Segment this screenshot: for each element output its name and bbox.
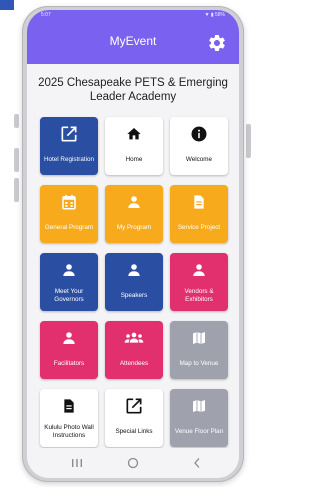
tile-label: Kululu Photo Wall Instructions xyxy=(44,424,94,439)
tile-label: Welcome xyxy=(185,155,213,163)
tile-hotel-registration[interactable]: Hotel Registration xyxy=(40,117,98,175)
tile-home[interactable]: Home xyxy=(105,117,163,175)
side-mark xyxy=(14,148,19,172)
external-link-icon xyxy=(40,124,98,144)
corner-decoration xyxy=(0,0,14,10)
tile-kululu-photo-wall-instructions[interactable]: Kululu Photo Wall Instructions xyxy=(40,389,98,447)
tile-label: Hotel Registration xyxy=(43,155,95,163)
status-icons: ▼ ▮ 58% xyxy=(204,12,226,18)
tile-label: Facilitators xyxy=(53,359,85,367)
tile-label: Home xyxy=(125,155,143,163)
tile-venue-floor-plan[interactable]: Venue Floor Plan xyxy=(170,389,228,447)
home-circle-icon[interactable] xyxy=(125,456,141,470)
person-icon xyxy=(105,260,163,280)
tile-label: Map to Venue xyxy=(179,359,219,367)
app-bar: MyEvent xyxy=(27,20,239,64)
side-mark xyxy=(14,114,19,128)
status-bar: 5:07 ▼ ▮ 58% xyxy=(27,10,239,20)
gear-icon[interactable] xyxy=(207,33,227,53)
side-mark xyxy=(246,124,251,158)
tile-attendees[interactable]: Attendees xyxy=(105,321,163,379)
person-icon xyxy=(40,328,98,348)
document-icon xyxy=(170,192,228,212)
recents-icon[interactable] xyxy=(69,456,85,470)
side-mark xyxy=(14,178,19,202)
map-icon xyxy=(170,396,228,416)
group-icon xyxy=(105,328,163,348)
person-icon xyxy=(40,260,98,280)
external-link-icon xyxy=(105,396,163,416)
tile-label: Special Links xyxy=(115,427,153,435)
tile-grid: Hotel Registration Home Welcome General Pro… xyxy=(40,117,228,447)
document-icon xyxy=(40,396,98,416)
home-icon xyxy=(105,124,163,144)
system-nav-bar xyxy=(27,448,239,478)
tile-map-to-venue[interactable]: Map to Venue xyxy=(170,321,228,379)
status-time: 5:07 xyxy=(41,12,51,18)
tile-label: Meet Your Governors xyxy=(54,288,84,303)
map-icon xyxy=(170,328,228,348)
person-icon xyxy=(105,192,163,212)
tile-vendors-exhibitors[interactable]: Vendors & Exhibitors xyxy=(170,253,228,311)
person-icon xyxy=(170,260,228,280)
tile-service-project[interactable]: Service Project xyxy=(170,185,228,243)
event-title: 2025 Chesapeake PETS & Emerging Leader A… xyxy=(38,77,228,103)
phone-frame: 5:07 ▼ ▮ 58% MyEvent 2025 Chesapeake PET… xyxy=(22,6,244,482)
tile-my-program[interactable]: My Program xyxy=(105,185,163,243)
tile-welcome[interactable]: Welcome xyxy=(170,117,228,175)
tile-label: General Program xyxy=(44,223,94,231)
tile-label: Service Project xyxy=(177,223,221,231)
info-icon xyxy=(170,124,228,144)
tile-label: Speakers xyxy=(120,291,148,299)
tile-label: My Program xyxy=(116,223,152,231)
tile-meet-your-governors[interactable]: Meet Your Governors xyxy=(40,253,98,311)
tile-general-program[interactable]: General Program xyxy=(40,185,98,243)
tile-facilitators[interactable]: Facilitators xyxy=(40,321,98,379)
app-screen: 5:07 ▼ ▮ 58% MyEvent 2025 Chesapeake PET… xyxy=(27,10,239,478)
calendar-icon xyxy=(40,192,98,212)
tile-label: Attendees xyxy=(119,359,149,367)
tile-speakers[interactable]: Speakers xyxy=(105,253,163,311)
tile-special-links[interactable]: Special Links xyxy=(105,389,163,447)
tile-label: Vendors & Exhibitors xyxy=(184,288,214,303)
back-icon[interactable] xyxy=(189,456,205,470)
tile-label: Venue Floor Plan xyxy=(174,427,224,435)
